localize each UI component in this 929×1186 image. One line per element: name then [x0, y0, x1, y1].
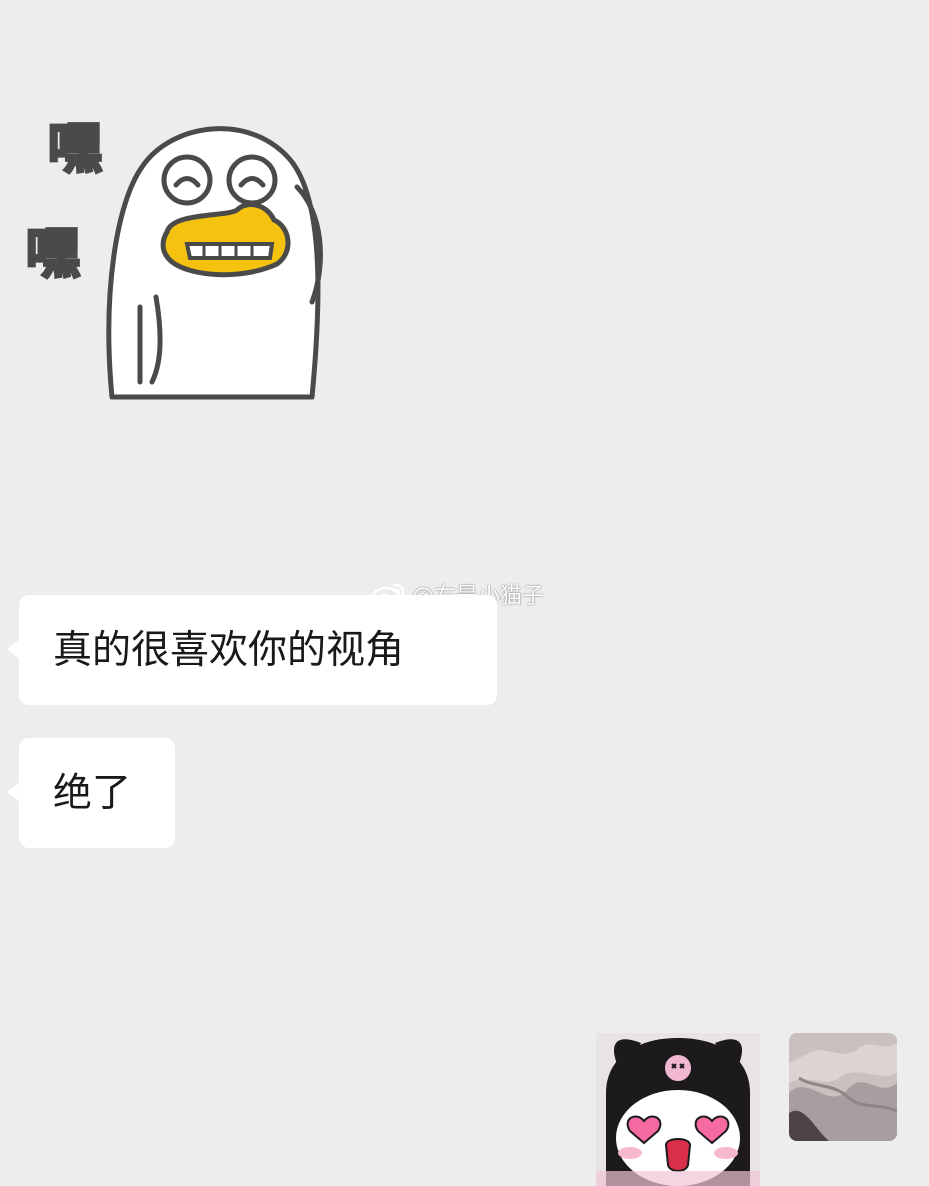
duck-sticker-graphic: 嘿 嘿 [25, 116, 323, 400]
chat-screen: 嘿 嘿 @右是小猫子 真的很喜欢你的视角 绝了 [0, 0, 929, 1186]
kuromi-heart-eyes-sticker[interactable] [596, 1033, 760, 1186]
kuromi-sticker-graphic [596, 1033, 760, 1186]
sticker-hehe-text: 嘿 [48, 117, 102, 180]
message-text: 真的很喜欢你的视角 [53, 627, 405, 673]
message-bubble[interactable]: 真的很喜欢你的视角 [7, 595, 497, 705]
avatar-photo [789, 1033, 897, 1141]
user-avatar[interactable] [789, 1033, 897, 1141]
message-bubble[interactable]: 绝了 [7, 738, 175, 848]
duck-hehe-sticker[interactable]: 嘿 嘿 [22, 92, 342, 412]
message-text: 绝了 [53, 770, 132, 816]
sticker-hehe-text: 嘿 [26, 222, 80, 285]
